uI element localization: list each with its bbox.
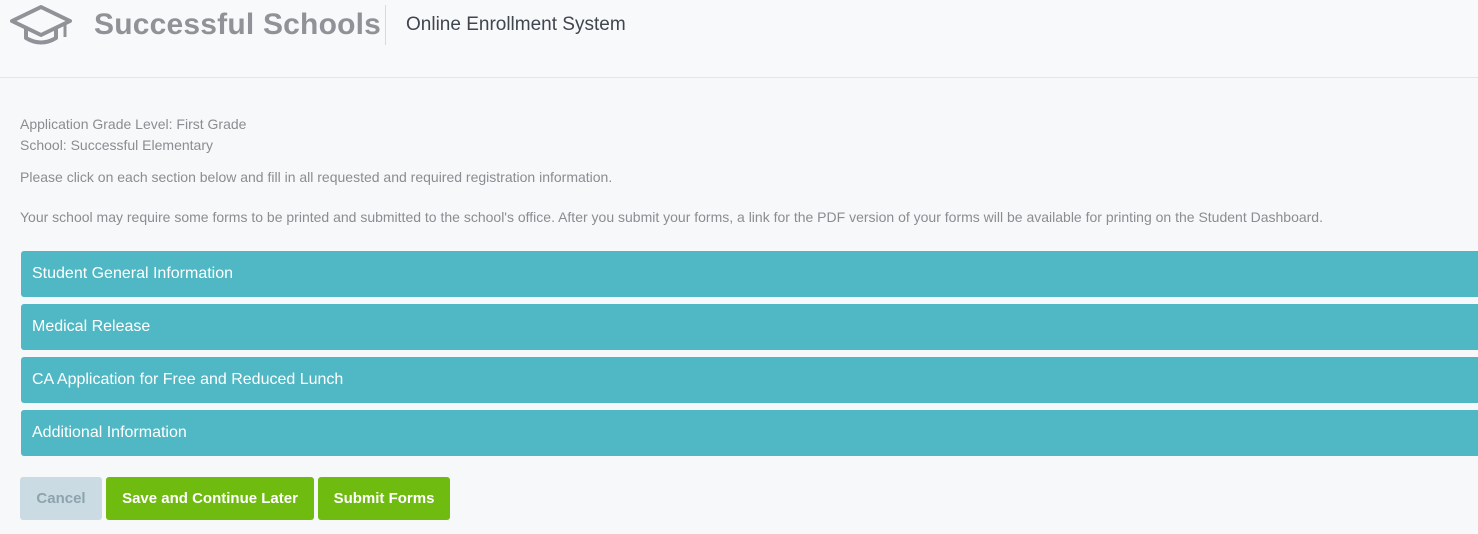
submit-forms-button[interactable]: Submit Forms bbox=[318, 477, 450, 520]
grade-level-text: Application Grade Level: First Grade bbox=[20, 116, 247, 132]
header-divider bbox=[385, 5, 386, 45]
page-header: Successful Schools Online Enrollment Sys… bbox=[0, 0, 1478, 78]
form-section-list: Student General Information Medical Rele… bbox=[21, 251, 1478, 463]
section-additional-information[interactable]: Additional Information bbox=[21, 410, 1478, 456]
brand-name: Successful Schools bbox=[94, 8, 382, 41]
cancel-button[interactable]: Cancel bbox=[20, 477, 102, 520]
save-continue-later-button[interactable]: Save and Continue Later bbox=[106, 477, 314, 520]
printing-note-text: Your school may require some forms to be… bbox=[20, 209, 1323, 225]
section-medical-release[interactable]: Medical Release bbox=[21, 304, 1478, 350]
system-title: Online Enrollment System bbox=[406, 14, 626, 35]
school-text: School: Successful Elementary bbox=[20, 137, 213, 153]
section-student-general-information[interactable]: Student General Information bbox=[21, 251, 1478, 297]
section-free-reduced-lunch[interactable]: CA Application for Free and Reduced Lunc… bbox=[21, 357, 1478, 403]
graduation-cap-icon bbox=[10, 5, 72, 45]
instruction-text: Please click on each section below and f… bbox=[20, 169, 613, 185]
form-actions: Cancel Save and Continue Later Submit Fo… bbox=[20, 477, 450, 520]
